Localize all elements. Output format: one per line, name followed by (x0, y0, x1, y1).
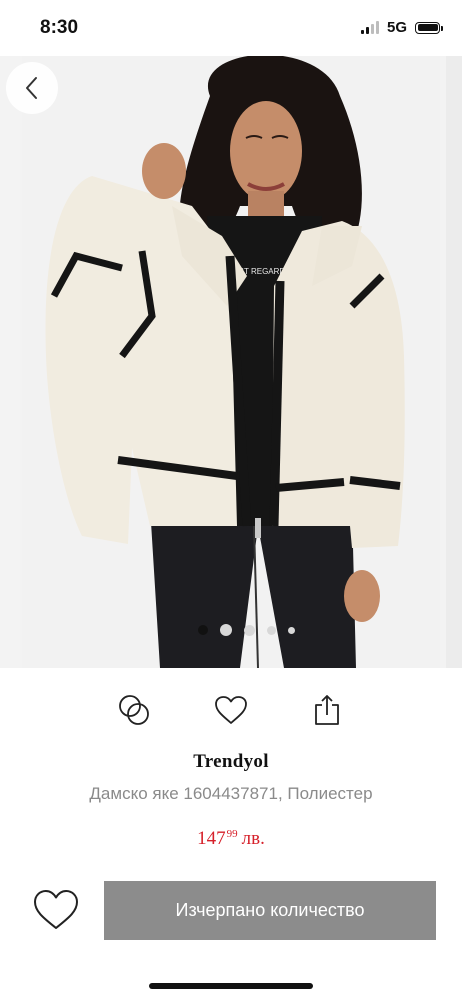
battery-icon (415, 21, 443, 34)
chevron-left-icon (26, 77, 37, 99)
product-actions (0, 690, 462, 730)
heart-icon (215, 696, 247, 724)
share-button[interactable] (307, 690, 347, 730)
share-icon (315, 695, 339, 725)
price-whole: 147 (197, 828, 226, 849)
heart-outline-icon (34, 890, 78, 929)
back-button[interactable] (6, 62, 58, 114)
cellular-signal-icon (360, 21, 379, 34)
status-bar: 8:30 5G (0, 0, 462, 56)
product-photo[interactable]: BEST REGARDS (22, 56, 440, 668)
price-currency: лв. (241, 828, 265, 849)
next-photo-preview[interactable] (446, 56, 462, 668)
product-photo-model-illustration: BEST REGARDS (22, 56, 440, 668)
home-indicator[interactable] (149, 983, 313, 989)
product-description: Дамско яке 1604437871, Полиестер (89, 784, 373, 803)
add-to-wishlist-button[interactable] (32, 886, 80, 934)
pagination-dot[interactable] (198, 625, 208, 635)
pagination-dot[interactable] (267, 625, 276, 635)
compare-button[interactable] (114, 690, 154, 730)
product-image-gallery[interactable]: BEST REGARDS (0, 56, 462, 668)
pagination-dot[interactable] (244, 624, 255, 636)
status-time: 8:30 (40, 17, 79, 38)
product-price: 14799 лв. (0, 828, 462, 850)
bottom-action-bar: Изчерпано количество (0, 878, 462, 944)
pagination-dot[interactable] (288, 626, 295, 634)
product-brand[interactable]: Trendyol (0, 751, 462, 773)
status-indicators: 5G (360, 19, 443, 36)
out-of-stock-button[interactable]: Изчерпано количество (104, 881, 436, 940)
pagination-dot[interactable] (220, 624, 232, 636)
gallery-pagination (198, 624, 295, 636)
compare-circles-icon (119, 695, 149, 725)
price-cents: 99 (226, 828, 238, 840)
network-type: 5G (386, 19, 407, 36)
favorite-button[interactable] (211, 690, 251, 730)
